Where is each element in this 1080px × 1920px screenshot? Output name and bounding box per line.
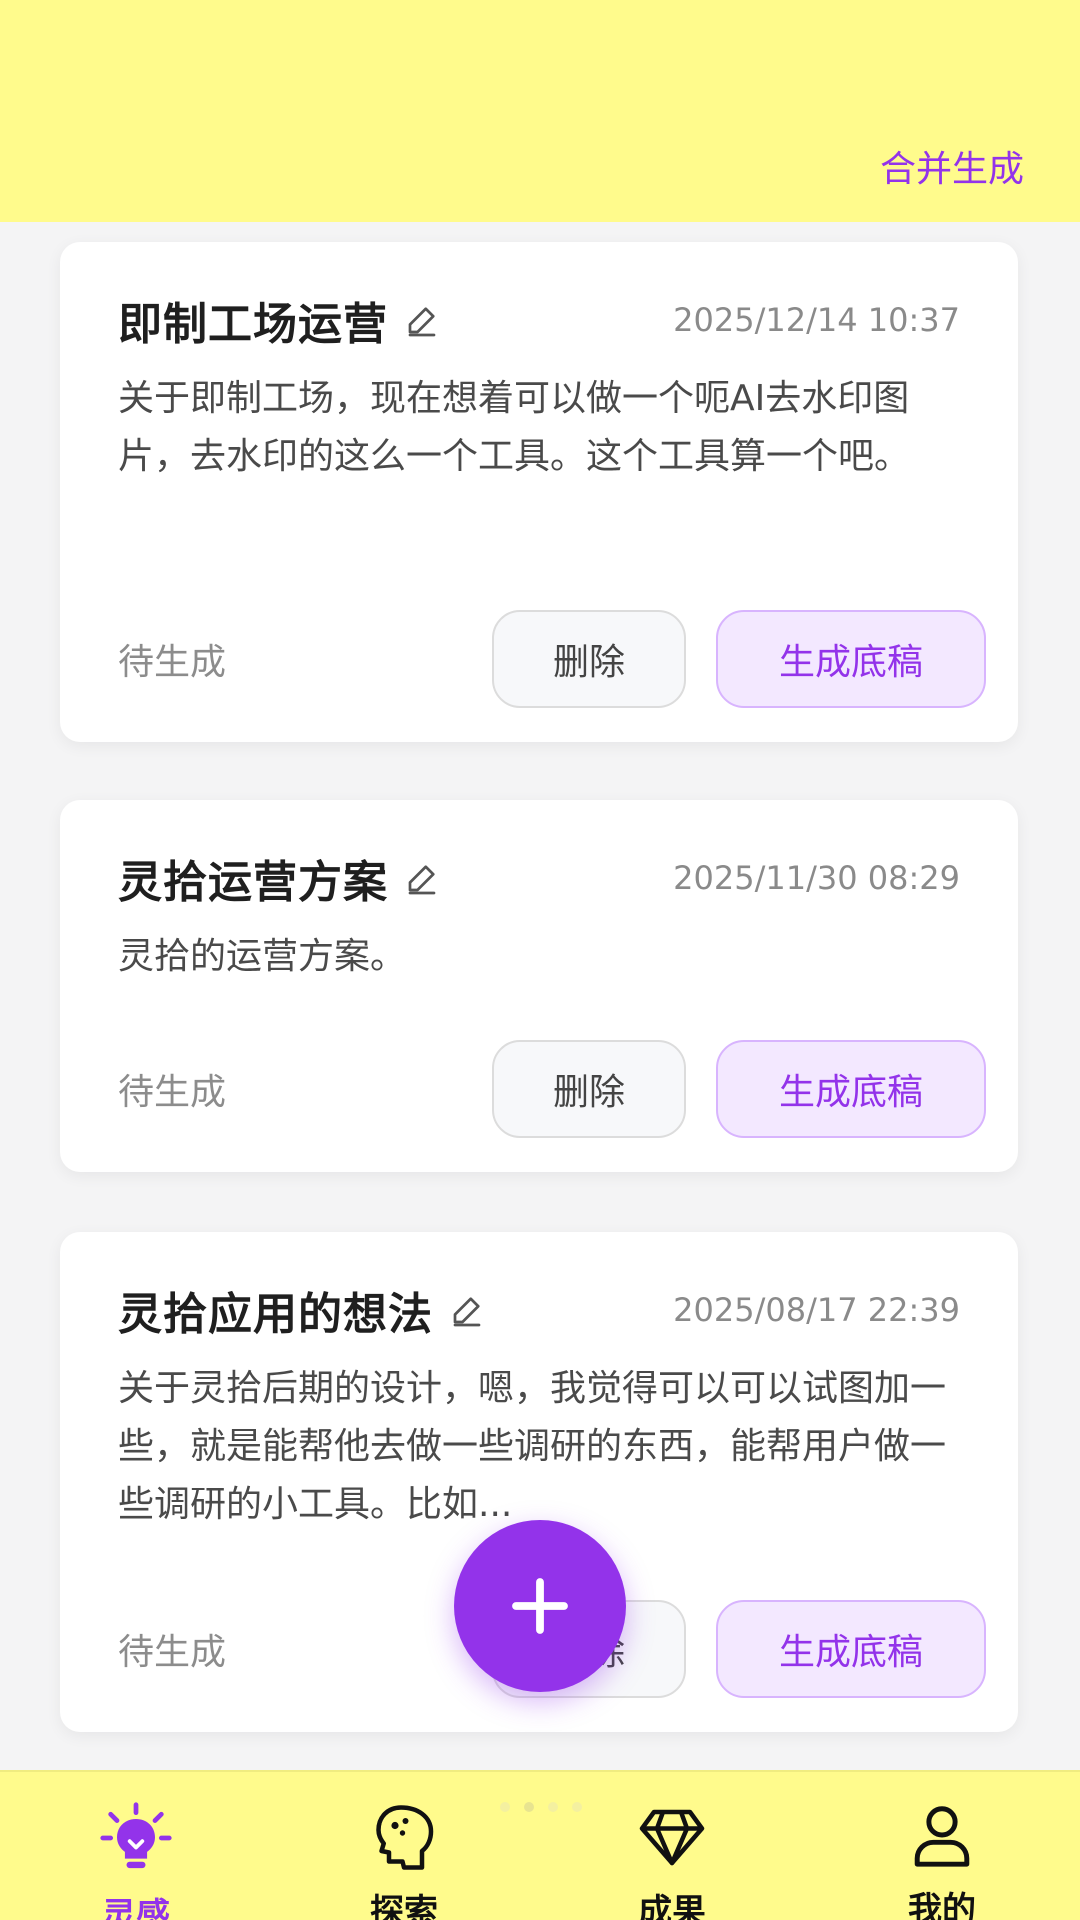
title-wrap: 灵拾应用的想法 [118, 1278, 485, 1342]
diamond-icon [632, 1800, 712, 1872]
card-timestamp: 2025/12/14 10:37 [673, 301, 960, 339]
indicator-dot [548, 1802, 558, 1812]
generate-draft-button[interactable]: 生成底稿 [716, 610, 986, 708]
merge-generate-button[interactable]: 合并生成 [880, 140, 1024, 192]
nav-item-explore[interactable]: 探索 [324, 1800, 484, 1920]
title-wrap: 灵拾运营方案 [118, 846, 440, 910]
title-wrap: 即制工场运营 [118, 288, 440, 352]
page-indicator-dots [500, 1802, 582, 1812]
page: 合并生成 即制工场运营 2025/12/14 10:37 关于即制工场，现在想着… [0, 0, 1080, 1920]
indicator-dot [500, 1802, 510, 1812]
edit-pencil-icon[interactable] [449, 1292, 485, 1328]
nav-label: 灵感 [102, 1896, 170, 1920]
indicator-dot [524, 1802, 534, 1812]
card-body-text: 灵拾的运营方案。 [118, 936, 407, 977]
card-footer: 待生成 删除 生成底稿 [118, 610, 986, 708]
indicator-dot [572, 1802, 582, 1812]
card-body-text: 关于即制工场，现在想着可以做一个呃AI去水印图片，去水印的这么一个工具。这个工具… [118, 378, 911, 477]
nav-label: 我的 [908, 1890, 976, 1920]
card-title-row: 灵拾运营方案 2025/11/30 08:29 [118, 848, 960, 908]
card-timestamp: 2025/11/30 08:29 [673, 859, 960, 897]
plus-icon [512, 1578, 568, 1634]
nav-item-inspiration[interactable]: 灵感 [56, 1800, 216, 1920]
idea-card[interactable]: 灵拾运营方案 2025/11/30 08:29 灵拾的运营方案。 待生成 删除 … [60, 800, 1018, 1172]
card-timestamp: 2025/08/17 22:39 [673, 1291, 960, 1329]
nav-label: 成果 [638, 1892, 706, 1920]
nav-item-results[interactable]: 成果 [592, 1800, 752, 1920]
card-title-row: 灵拾应用的想法 2025/08/17 22:39 [118, 1280, 960, 1340]
card-title-row: 即制工场运营 2025/12/14 10:37 [118, 290, 960, 350]
delete-button[interactable]: 删除 [492, 1040, 686, 1138]
nav-item-mine[interactable]: 我的 [862, 1800, 1022, 1920]
delete-button[interactable]: 删除 [492, 610, 686, 708]
status-label: 待生成 [118, 1632, 227, 1673]
lightbulb-icon [96, 1800, 176, 1876]
status-label: 待生成 [118, 1072, 227, 1113]
add-idea-button[interactable] [454, 1520, 626, 1692]
card-body-text: 关于灵拾后期的设计，嗯，我觉得可以可以试图加一些，就是能帮他去做一些调研的东西，… [118, 1368, 947, 1525]
generate-draft-button[interactable]: 生成底稿 [716, 1600, 986, 1698]
nav-label: 探索 [370, 1892, 438, 1920]
generate-draft-button[interactable]: 生成底稿 [716, 1040, 986, 1138]
edit-pencil-icon[interactable] [404, 302, 440, 338]
card-title: 灵拾应用的想法 [118, 1289, 433, 1340]
edit-pencil-icon[interactable] [404, 860, 440, 896]
status-label: 待生成 [118, 642, 227, 683]
user-icon [902, 1800, 982, 1870]
card-title: 即制工场运营 [118, 299, 388, 350]
card-footer: 待生成 删除 生成底稿 [118, 1040, 986, 1138]
card-title: 灵拾运营方案 [118, 857, 388, 908]
head-explore-icon [364, 1800, 444, 1872]
bottom-nav: 灵感 探索 成果 我的 [0, 1770, 1080, 1920]
top-header: 合并生成 [0, 0, 1080, 222]
idea-card[interactable]: 即制工场运营 2025/12/14 10:37 关于即制工场，现在想着可以做一个… [60, 242, 1018, 742]
